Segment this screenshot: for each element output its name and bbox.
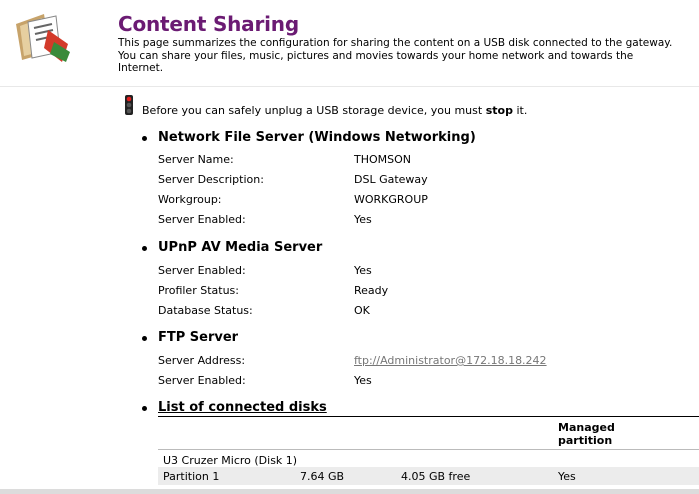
nfs-row-server-enabled: Server Enabled: Yes xyxy=(0,213,699,233)
bullet xyxy=(142,336,147,341)
nfs-section-title: Network File Server (Windows Networking) xyxy=(158,130,476,145)
row-value: Yes xyxy=(354,264,372,277)
partition-size: 7.64 GB xyxy=(300,470,345,483)
row-label: Server Enabled: xyxy=(158,374,246,387)
table-top-border xyxy=(158,416,699,417)
row-label: Server Name: xyxy=(158,153,234,166)
ftp-row-server-address: Server Address: ftp://Administrator@172.… xyxy=(0,354,699,374)
row-label: Database Status: xyxy=(158,304,253,317)
bullet xyxy=(142,406,147,411)
nfs-row-server-name: Server Name: THOMSON xyxy=(0,153,699,173)
traffic-light-icon xyxy=(124,95,134,118)
row-value: WORKGROUP xyxy=(354,193,428,206)
disks-section-title: List of connected disks xyxy=(158,400,327,415)
row-label: Server Description: xyxy=(158,173,264,186)
warning-text: Before you can safely unplug a USB stora… xyxy=(142,104,528,117)
bullet xyxy=(142,136,147,141)
ftp-section-title: FTP Server xyxy=(158,330,239,345)
page-description: This page summarizes the configuration f… xyxy=(118,37,673,74)
bottom-border xyxy=(0,489,699,494)
row-value: Yes xyxy=(354,374,372,387)
row-label: Workgroup: xyxy=(158,193,222,206)
row-label: Profiler Status: xyxy=(158,284,239,297)
upnp-row-server-enabled: Server Enabled: Yes xyxy=(0,264,699,284)
managed-partition-header: Managed partition xyxy=(558,421,615,447)
upnp-row-profiler-status: Profiler Status: Ready xyxy=(0,284,699,304)
ftp-row-server-enabled: Server Enabled: Yes xyxy=(0,374,699,394)
divider xyxy=(0,86,699,87)
content-sharing-icon xyxy=(14,12,72,64)
row-label: Server Enabled: xyxy=(158,264,246,277)
row-value: Yes xyxy=(354,213,372,226)
partition-free: 4.05 GB free xyxy=(401,470,471,483)
partition-name: Partition 1 xyxy=(163,470,220,483)
row-value: DSL Gateway xyxy=(354,173,428,186)
ftp-address-link[interactable]: ftp://Administrator@172.18.18.242 xyxy=(354,354,547,367)
warning-stop-word: stop xyxy=(485,104,513,117)
row-label: Server Enabled: xyxy=(158,213,246,226)
table-header-divider xyxy=(158,449,699,450)
nfs-row-server-description: Server Description: DSL Gateway xyxy=(0,173,699,193)
disk-name: U3 Cruzer Micro (Disk 1) xyxy=(163,454,298,467)
row-value: Ready xyxy=(354,284,389,297)
partition-managed: Yes xyxy=(558,470,576,483)
upnp-section-title: UPnP AV Media Server xyxy=(158,240,323,255)
bullet xyxy=(142,246,147,251)
upnp-row-database-status: Database Status: OK xyxy=(0,304,699,324)
row-value: THOMSON xyxy=(354,153,412,166)
page-title: Content Sharing xyxy=(118,12,299,36)
nfs-row-workgroup: Workgroup: WORKGROUP xyxy=(0,193,699,213)
partition-row[interactable]: Partition 1 7.64 GB 4.05 GB free Yes xyxy=(158,467,699,485)
row-label: Server Address: xyxy=(158,354,246,367)
row-value: OK xyxy=(354,304,370,317)
